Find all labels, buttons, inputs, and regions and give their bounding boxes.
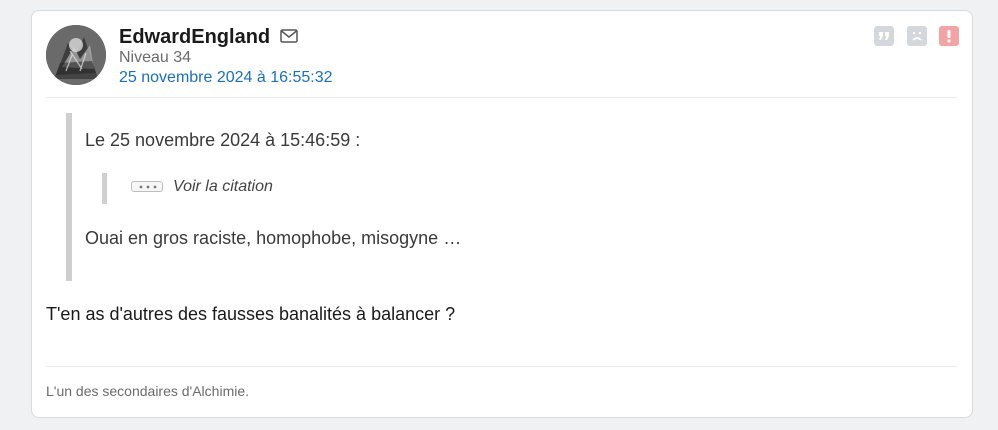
footer-divider <box>46 366 958 367</box>
signature: L'un des secondaires d'Alchimie. <box>46 383 250 399</box>
mail-icon[interactable] <box>280 29 298 43</box>
report-button[interactable] <box>939 26 959 46</box>
report-icon <box>947 30 951 43</box>
header-divider <box>46 97 958 98</box>
view-quote-link[interactable]: Voir la citation <box>173 178 273 196</box>
quote-icon <box>879 32 889 40</box>
post-date-link[interactable]: 25 novembre 2024 à 16:55:32 <box>119 69 333 87</box>
sad-button[interactable] <box>907 26 927 46</box>
sad-face-icon <box>912 32 922 41</box>
message-text: T'en as d'autres des fausses banalités à… <box>46 304 456 324</box>
avatar[interactable] <box>46 25 106 85</box>
post-card: EdwardEngland Niveau 34 25 novembre 2024… <box>31 10 973 418</box>
quote-button[interactable] <box>874 26 894 46</box>
quote-header: Le 25 novembre 2024 à 15:46:59 : <box>85 130 361 150</box>
avatar-image <box>46 25 106 85</box>
quote-block: Le 25 novembre 2024 à 15:46:59 : Voir la… <box>66 113 692 281</box>
username[interactable]: EdwardEngland <box>119 25 270 49</box>
nested-quote: Voir la citation <box>102 173 327 204</box>
expand-quote-button[interactable] <box>131 181 163 192</box>
ellipsis-icon <box>139 185 157 189</box>
quote-body: Ouai en gros raciste, homophobe, misogyn… <box>85 228 462 248</box>
user-level: Niveau 34 <box>119 49 192 66</box>
